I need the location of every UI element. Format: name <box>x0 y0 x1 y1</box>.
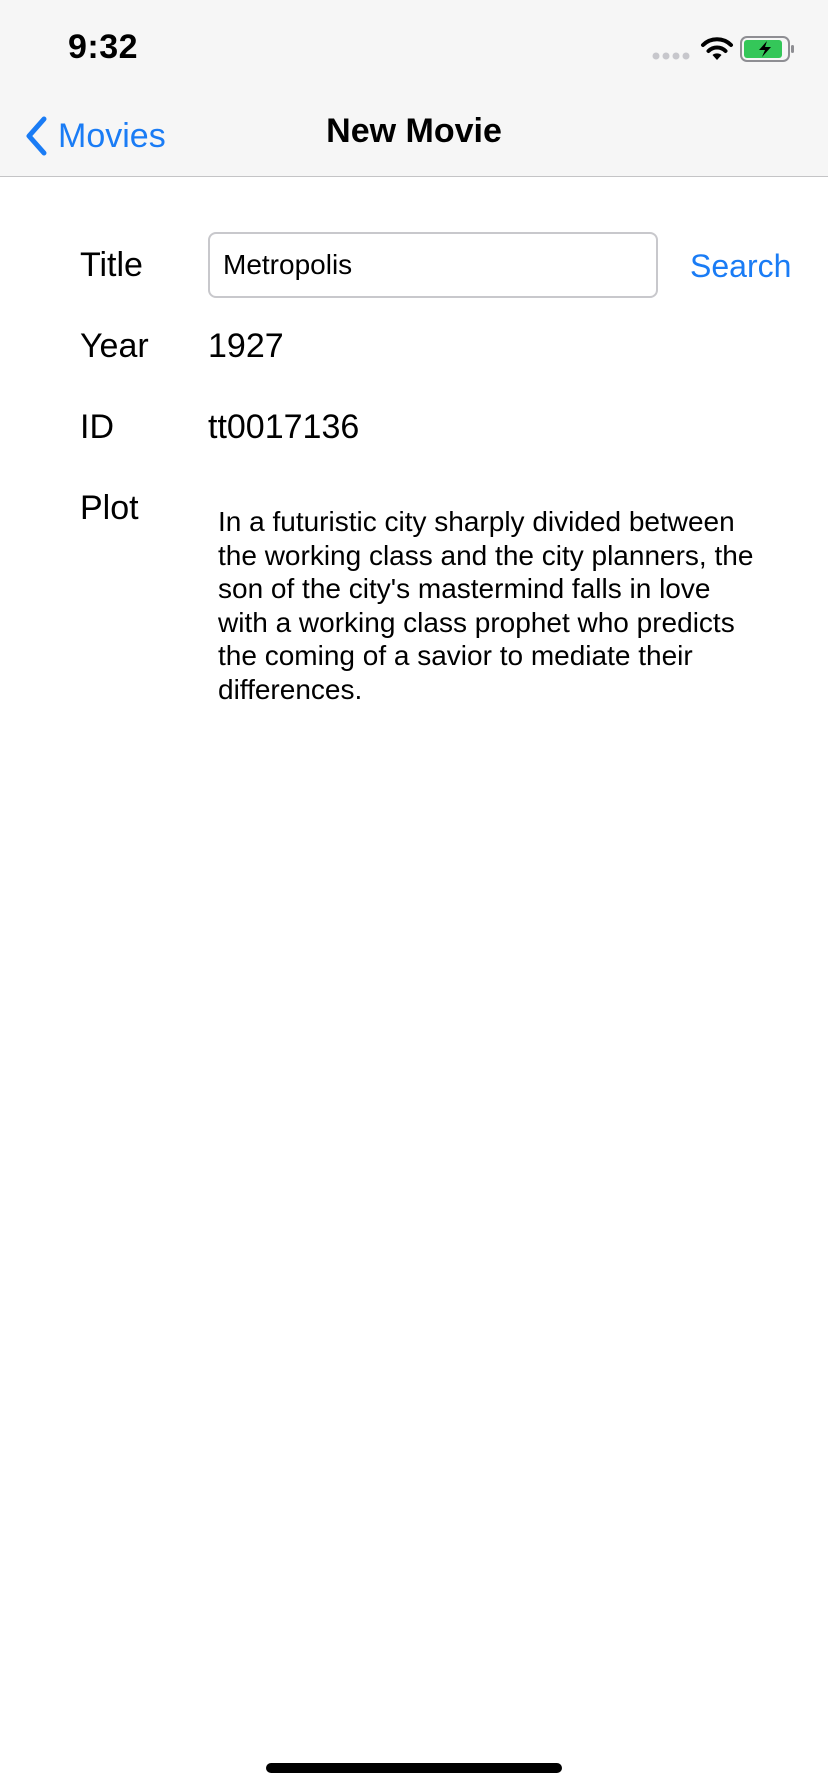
signal-dots-icon <box>652 52 690 60</box>
home-indicator[interactable] <box>266 1763 562 1773</box>
title-label: Title <box>80 246 143 284</box>
wifi-icon <box>701 37 733 60</box>
battery-charging-icon <box>740 36 794 62</box>
year-value: 1927 <box>208 327 284 365</box>
id-label: ID <box>80 408 114 446</box>
page-title: New Movie <box>326 112 502 150</box>
title-input[interactable] <box>208 232 658 298</box>
plot-label: Plot <box>80 489 139 527</box>
year-label: Year <box>80 327 149 365</box>
id-value: tt0017136 <box>208 408 360 446</box>
status-bar: 9:32 <box>0 0 828 96</box>
plot-text: In a futuristic city sharply divided bet… <box>218 506 754 705</box>
navigation-bar: Movies New Movie <box>0 96 828 177</box>
search-button[interactable]: Search <box>690 248 791 285</box>
status-time: 9:32 <box>68 28 139 66</box>
